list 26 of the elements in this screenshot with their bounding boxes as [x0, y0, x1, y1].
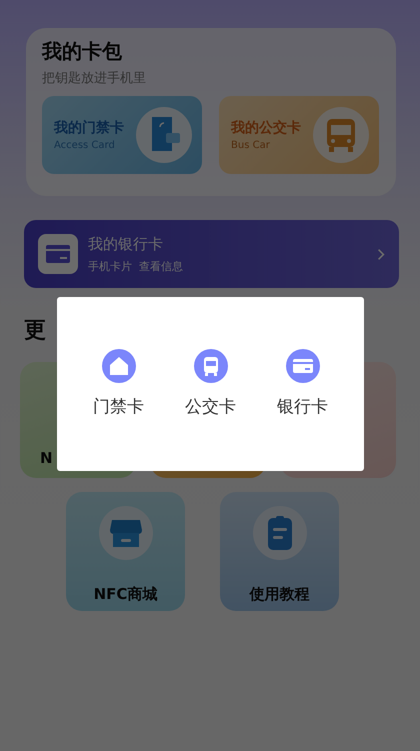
bus-card[interactable]: 我的公交卡 Bus Car: [219, 96, 379, 174]
clipboard-icon: [252, 506, 306, 560]
bus-icon: [313, 107, 369, 163]
card-type-option[interactable]: 银行卡: [268, 349, 338, 471]
tile-label: N: [40, 449, 53, 467]
bus-icon: [194, 349, 228, 383]
card-icon: [286, 349, 320, 383]
wallet-title: 我的卡包: [42, 38, 123, 64]
bank-card-title: 我的银行卡: [88, 234, 163, 254]
store-icon: [98, 506, 152, 560]
bank-card-banner[interactable]: 我的银行卡 手机卡片 查看信息: [24, 220, 399, 288]
card-title: 我的公交卡: [231, 119, 301, 137]
bank-card-subtitle: 手机卡片 查看信息: [88, 258, 183, 274]
section-heading: 更: [24, 317, 47, 345]
feature-tile[interactable]: NFC商城: [66, 492, 185, 611]
card-icon: [38, 234, 78, 274]
wallet-subtitle: 把钥匙放进手机里: [42, 70, 147, 88]
card-type-option[interactable]: 门禁卡: [84, 349, 154, 471]
tile-label: NFC商城: [94, 585, 158, 604]
card-subtitle: Bus Car: [231, 140, 271, 151]
door-card-icon: [136, 107, 192, 163]
home-icon: [102, 349, 136, 383]
feature-tile[interactable]: 使用教程: [220, 492, 339, 611]
card-type-option[interactable]: 公交卡: [176, 349, 246, 471]
tile-label: 使用教程: [250, 585, 310, 604]
chevron-right-icon: [377, 248, 385, 260]
